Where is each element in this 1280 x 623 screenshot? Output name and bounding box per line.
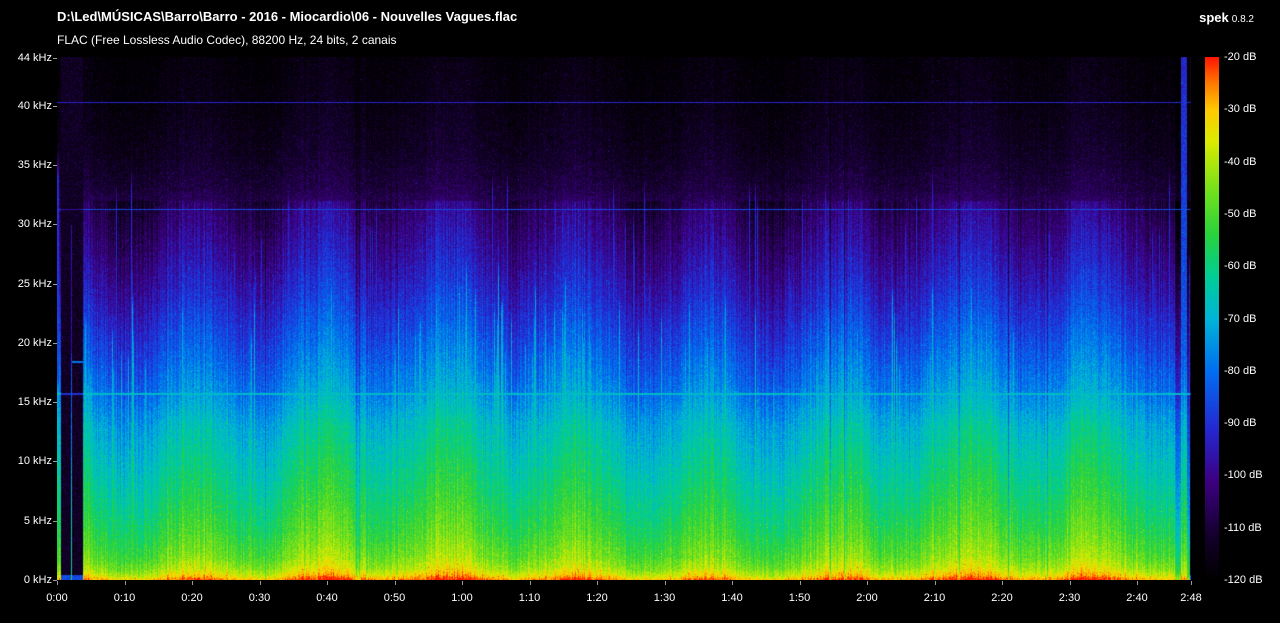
- freq-axis-label: 0 kHz: [23, 574, 52, 586]
- time-axis-tick: [124, 581, 126, 585]
- time-axis-tick: [1069, 581, 1071, 585]
- time-axis-label: 0:20: [181, 592, 203, 604]
- time-axis-label: 0:40: [316, 592, 338, 604]
- db-axis-label: -90 dB: [1224, 417, 1257, 430]
- db-axis-label: -100 dB: [1224, 469, 1263, 482]
- db-axis-label: -110 dB: [1224, 521, 1262, 534]
- freq-axis-label: 20 kHz: [17, 336, 52, 349]
- db-axis-label: -120 dB: [1224, 574, 1263, 586]
- time-axis-label: 2:48: [1180, 592, 1202, 604]
- freq-axis-tick: [53, 224, 57, 226]
- time-axis-label: 1:40: [721, 592, 743, 604]
- time-axis-label: 1:50: [788, 592, 811, 604]
- time-axis-tick: [1137, 581, 1138, 585]
- time-axis-label: 1:10: [518, 592, 541, 604]
- db-axis-label: -20 dB: [1224, 51, 1257, 63]
- db-axis-label: -80 dB: [1224, 364, 1257, 377]
- time-axis-tick: [462, 581, 463, 585]
- time-axis-tick: [799, 581, 801, 585]
- freq-axis-label: 15 kHz: [17, 396, 52, 409]
- time-axis-label: 0:50: [383, 592, 406, 604]
- freq-axis-tick: [53, 520, 57, 522]
- freq-axis-label: 44 kHz: [17, 52, 52, 65]
- db-axis-label: -60 dB: [1224, 260, 1257, 273]
- time-axis-tick: [867, 581, 868, 585]
- freq-axis-label: 5 kHz: [23, 514, 52, 527]
- freq-axis-tick: [53, 58, 57, 60]
- freq-axis-tick: [53, 461, 57, 463]
- time-axis-label: 1:30: [653, 592, 676, 604]
- time-axis-label: 2:20: [991, 592, 1013, 604]
- freq-axis-label: 25 kHz: [17, 277, 52, 290]
- freq-axis-label: 40 kHz: [17, 99, 52, 112]
- freq-axis-tick: [53, 283, 57, 285]
- time-axis-label: 2:40: [1126, 592, 1148, 604]
- time-axis-tick: [664, 581, 666, 585]
- time-axis-tick: [192, 581, 193, 585]
- freq-axis-label: 30 kHz: [17, 218, 52, 231]
- freq-axis-tick: [53, 164, 57, 166]
- time-axis-label: 1:20: [586, 592, 608, 604]
- time-axis-tick: [1002, 581, 1003, 585]
- freq-axis-tick: [53, 105, 57, 107]
- time-axis-tick: [259, 581, 261, 585]
- spectrogram-canvas: [57, 57, 1191, 580]
- time-axis-label: 2:30: [1058, 592, 1081, 604]
- audio-format-info: FLAC (Free Lossless Audio Codec), 88200 …: [57, 33, 397, 47]
- time-axis-label: 0:30: [248, 592, 271, 604]
- freq-axis-tick: [53, 402, 57, 404]
- freq-axis-label: 10 kHz: [17, 455, 52, 468]
- time-axis-label: 0:00: [46, 592, 68, 604]
- db-axis-label: -70 dB: [1224, 312, 1257, 325]
- time-axis-label: 2:00: [856, 592, 878, 604]
- db-axis-label: -40 dB: [1224, 155, 1257, 168]
- time-axis-tick: [394, 581, 396, 585]
- time-axis-label: 1:00: [451, 592, 473, 604]
- time-axis-tick: [327, 581, 328, 585]
- db-axis-label: -30 dB: [1224, 103, 1257, 116]
- time-axis-tick: [732, 581, 733, 585]
- freq-axis-tick: [53, 342, 57, 344]
- app-name: spek: [1199, 10, 1229, 25]
- time-axis-tick: [529, 581, 531, 585]
- time-axis-label: 2:10: [923, 592, 946, 604]
- app-brand: spek 0.8.2: [1199, 9, 1254, 27]
- time-axis-tick: [597, 581, 598, 585]
- time-axis-tick: [1191, 581, 1192, 585]
- time-axis-label: 0:10: [113, 592, 136, 604]
- db-axis-label: -50 dB: [1224, 207, 1257, 220]
- db-legend-gradient-bar: [1205, 57, 1219, 580]
- time-axis-tick: [934, 581, 936, 585]
- file-path-title: D:\Led\MÚSICAS\Barro\Barro - 2016 - Mioc…: [57, 9, 518, 24]
- time-axis-tick: [57, 581, 58, 585]
- app-version: 0.8.2: [1231, 14, 1254, 25]
- freq-axis-label: 35 kHz: [17, 158, 52, 171]
